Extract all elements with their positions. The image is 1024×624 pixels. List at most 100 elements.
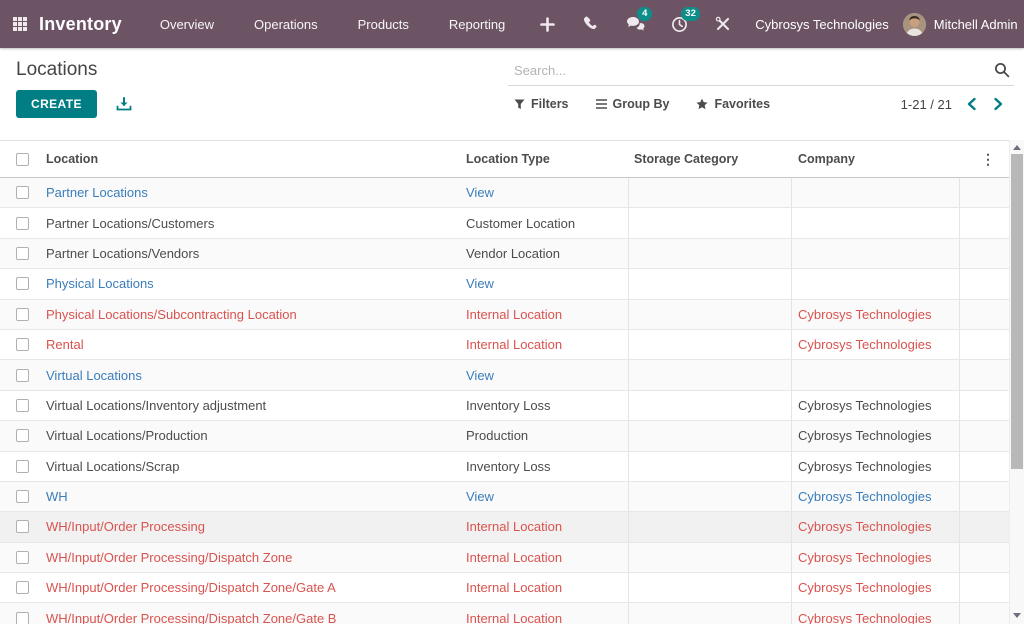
pager-value[interactable]: 1-21 / 21 bbox=[901, 97, 952, 112]
row-checkbox[interactable] bbox=[16, 460, 29, 473]
apps-menu-button[interactable] bbox=[13, 12, 27, 36]
row-checkbox[interactable] bbox=[16, 186, 29, 199]
storage-category-cell[interactable] bbox=[628, 452, 792, 481]
storage-category-cell[interactable] bbox=[628, 239, 792, 268]
storage-category-cell[interactable] bbox=[628, 178, 792, 207]
table-row[interactable]: RentalInternal LocationCybrosys Technolo… bbox=[0, 330, 1009, 360]
row-checkbox[interactable] bbox=[16, 520, 29, 533]
company-cell[interactable]: Cybrosys Technologies bbox=[792, 603, 960, 624]
column-header-company[interactable]: Company bbox=[792, 141, 960, 177]
company-cell[interactable]: Cybrosys Technologies bbox=[792, 452, 960, 481]
location-type-cell[interactable]: Internal Location bbox=[460, 300, 628, 329]
row-checkbox[interactable] bbox=[16, 581, 29, 594]
nav-item-products[interactable]: Products bbox=[338, 0, 429, 48]
row-checkbox[interactable] bbox=[16, 369, 29, 382]
group-by-button[interactable]: Group By bbox=[596, 97, 670, 111]
nav-item-overview[interactable]: Overview bbox=[140, 0, 234, 48]
nav-item-reporting[interactable]: Reporting bbox=[429, 0, 525, 48]
location-cell[interactable]: Partner Locations bbox=[40, 178, 460, 207]
company-cell[interactable] bbox=[792, 360, 960, 389]
location-type-cell[interactable]: Internal Location bbox=[460, 573, 628, 602]
storage-category-cell[interactable] bbox=[628, 543, 792, 572]
storage-category-cell[interactable] bbox=[628, 512, 792, 541]
pager-previous-icon[interactable] bbox=[966, 97, 977, 111]
tools-icon[interactable] bbox=[712, 0, 734, 48]
company-cell[interactable]: Cybrosys Technologies bbox=[792, 573, 960, 602]
activities-icon[interactable]: 32 bbox=[668, 0, 690, 48]
table-row[interactable]: Virtual LocationsView bbox=[0, 360, 1009, 390]
table-row[interactable]: WH/Input/Order Processing/Dispatch Zone/… bbox=[0, 603, 1009, 624]
table-row[interactable]: WHViewCybrosys Technologies bbox=[0, 482, 1009, 512]
company-cell[interactable] bbox=[792, 239, 960, 268]
vertical-scrollbar[interactable] bbox=[1009, 140, 1024, 624]
location-cell[interactable]: WH/Input/Order Processing bbox=[40, 512, 460, 541]
location-cell[interactable]: Rental bbox=[40, 330, 460, 359]
row-checkbox[interactable] bbox=[16, 308, 29, 321]
location-cell[interactable]: Virtual Locations bbox=[40, 360, 460, 389]
table-row[interactable]: WH/Input/Order ProcessingInternal Locati… bbox=[0, 512, 1009, 542]
location-type-cell[interactable]: Internal Location bbox=[460, 603, 628, 624]
scrollbar-thumb[interactable] bbox=[1011, 154, 1023, 469]
phone-icon[interactable] bbox=[580, 0, 602, 48]
company-cell[interactable]: Cybrosys Technologies bbox=[792, 512, 960, 541]
user-avatar[interactable] bbox=[903, 13, 926, 36]
location-cell[interactable]: WH/Input/Order Processing/Dispatch Zone/… bbox=[40, 573, 460, 602]
company-cell[interactable]: Cybrosys Technologies bbox=[792, 421, 960, 450]
company-cell[interactable]: Cybrosys Technologies bbox=[792, 391, 960, 420]
row-checkbox[interactable] bbox=[16, 399, 29, 412]
table-row[interactable]: Physical Locations/Subcontracting Locati… bbox=[0, 300, 1009, 330]
company-cell[interactable]: Cybrosys Technologies bbox=[792, 543, 960, 572]
column-header-location[interactable]: Location bbox=[40, 141, 460, 177]
company-cell[interactable]: Cybrosys Technologies bbox=[792, 300, 960, 329]
table-row[interactable]: Partner Locations/VendorsVendor Location bbox=[0, 239, 1009, 269]
table-row[interactable]: Partner Locations/CustomersCustomer Loca… bbox=[0, 208, 1009, 238]
location-cell[interactable]: Virtual Locations/Production bbox=[40, 421, 460, 450]
export-icon[interactable] bbox=[116, 97, 132, 112]
pager-next-icon[interactable] bbox=[993, 97, 1004, 111]
location-cell[interactable]: Physical Locations/Subcontracting Locati… bbox=[40, 300, 460, 329]
storage-category-cell[interactable] bbox=[628, 603, 792, 624]
table-row[interactable]: Virtual Locations/ScrapInventory LossCyb… bbox=[0, 452, 1009, 482]
table-row[interactable]: WH/Input/Order Processing/Dispatch ZoneI… bbox=[0, 543, 1009, 573]
company-switcher[interactable]: Cybrosys Technologies bbox=[755, 17, 888, 32]
column-header-storage-category[interactable]: Storage Category bbox=[628, 141, 792, 177]
row-checkbox[interactable] bbox=[16, 217, 29, 230]
row-checkbox[interactable] bbox=[16, 429, 29, 442]
location-type-cell[interactable]: View bbox=[460, 269, 628, 298]
search-icon[interactable] bbox=[994, 62, 1010, 83]
row-checkbox[interactable] bbox=[16, 338, 29, 351]
select-all-checkbox[interactable] bbox=[16, 153, 29, 166]
favorites-button[interactable]: Favorites bbox=[696, 97, 770, 111]
location-type-cell[interactable]: View bbox=[460, 360, 628, 389]
plus-icon[interactable] bbox=[536, 0, 558, 48]
table-row[interactable]: Physical LocationsView bbox=[0, 269, 1009, 299]
row-checkbox[interactable] bbox=[16, 490, 29, 503]
company-cell[interactable] bbox=[792, 208, 960, 237]
row-checkbox[interactable] bbox=[16, 612, 29, 624]
user-menu[interactable]: Mitchell Admin bbox=[934, 17, 1018, 32]
location-type-cell[interactable]: View bbox=[460, 178, 628, 207]
location-type-cell[interactable]: Production bbox=[460, 421, 628, 450]
location-cell[interactable]: Virtual Locations/Inventory adjustment bbox=[40, 391, 460, 420]
table-row[interactable]: Partner LocationsView bbox=[0, 178, 1009, 208]
company-cell[interactable] bbox=[792, 178, 960, 207]
company-cell[interactable]: Cybrosys Technologies bbox=[792, 330, 960, 359]
storage-category-cell[interactable] bbox=[628, 391, 792, 420]
storage-category-cell[interactable] bbox=[628, 300, 792, 329]
location-type-cell[interactable]: View bbox=[460, 482, 628, 511]
nav-item-operations[interactable]: Operations bbox=[234, 0, 338, 48]
table-row[interactable]: Virtual Locations/ProductionProduction Cy… bbox=[0, 421, 1009, 451]
create-button[interactable]: CREATE bbox=[16, 90, 97, 118]
table-row[interactable]: WH/Input/Order Processing/Dispatch Zone/… bbox=[0, 573, 1009, 603]
app-name[interactable]: Inventory bbox=[39, 14, 122, 35]
location-type-cell[interactable]: Internal Location bbox=[460, 512, 628, 541]
location-type-cell[interactable]: Internal Location bbox=[460, 543, 628, 572]
filters-button[interactable]: Filters bbox=[514, 97, 569, 111]
location-type-cell[interactable]: Inventory Loss bbox=[460, 391, 628, 420]
column-header-location-type[interactable]: Location Type bbox=[460, 141, 628, 177]
storage-category-cell[interactable] bbox=[628, 482, 792, 511]
optional-columns-icon[interactable]: ⋮ bbox=[981, 152, 995, 166]
location-cell[interactable]: Physical Locations bbox=[40, 269, 460, 298]
location-type-cell[interactable]: Customer Location bbox=[460, 208, 628, 237]
storage-category-cell[interactable] bbox=[628, 573, 792, 602]
